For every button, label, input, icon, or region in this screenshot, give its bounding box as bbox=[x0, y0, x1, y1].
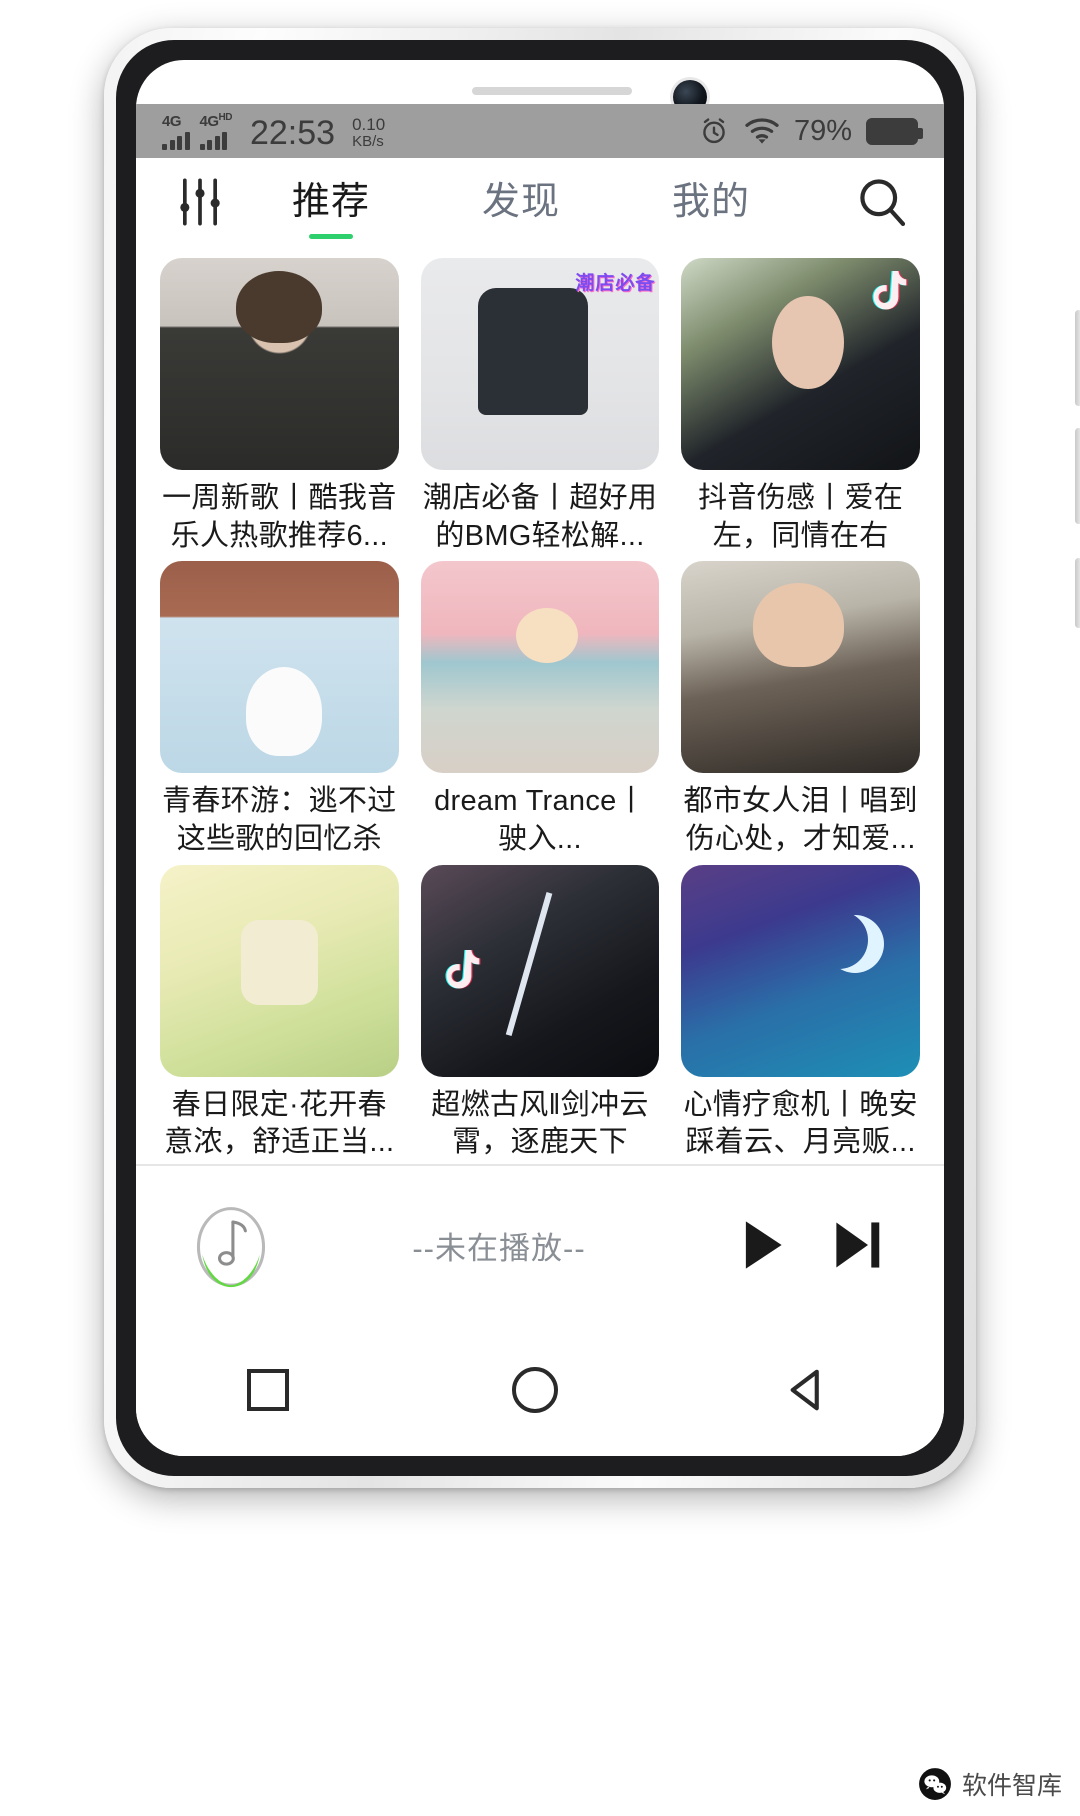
phone-bezel: 4G 4GHD 22:53 0.10 KB/s 79% 推荐 发现 我的 一周新… bbox=[116, 40, 964, 1476]
playlist-cover[interactable] bbox=[681, 864, 920, 1077]
next-track-icon[interactable] bbox=[824, 1212, 890, 1278]
tab-strip: 推荐 发现 我的 bbox=[286, 166, 756, 240]
network-type-2: 4GHD bbox=[199, 111, 233, 130]
playlist-card[interactable]: dream Trance丨驶入... bbox=[420, 561, 660, 858]
mini-player-bar: --未在播放-- bbox=[136, 1164, 944, 1324]
playlist-card[interactable]: 潮店必备丨超好用的BMG轻松解... bbox=[420, 258, 660, 555]
network-speed: 0.10 KB/s bbox=[352, 116, 385, 150]
search-icon[interactable] bbox=[854, 174, 910, 230]
playlist-card[interactable]: 超燃古风‖剑冲云霄，逐鹿天下 bbox=[420, 864, 660, 1162]
playlist-cover[interactable] bbox=[681, 561, 920, 774]
page-root: 4G 4GHD 22:53 0.10 KB/s 79% 推荐 发现 我的 一周新… bbox=[0, 0, 1080, 1816]
playlist-cover[interactable] bbox=[160, 561, 399, 774]
playlist-cover[interactable] bbox=[420, 258, 660, 470]
earpiece-speaker bbox=[472, 87, 632, 95]
tiktok-icon bbox=[872, 271, 908, 310]
status-bar-clock: 22:53 bbox=[249, 113, 336, 152]
signal-2: 4GHD bbox=[199, 111, 233, 150]
playlist-cover[interactable] bbox=[160, 864, 399, 1077]
play-icon[interactable] bbox=[728, 1212, 794, 1278]
equalizer-sliders-icon[interactable] bbox=[174, 176, 226, 228]
playlist-title: 超燃古风‖剑冲云霄，逐鹿天下 bbox=[431, 1088, 649, 1159]
status-bar-left: 4G 4GHD 22:53 0.10 KB/s bbox=[162, 111, 385, 152]
music-note-disc-icon bbox=[196, 1207, 266, 1288]
now-playing-text: --未在播放-- bbox=[412, 1230, 586, 1266]
volume-up-button[interactable] bbox=[1075, 310, 1080, 406]
playlist-card[interactable]: 抖音伤感丨爱在左，同情在右 bbox=[681, 258, 920, 555]
phone-screen: 4G 4GHD 22:53 0.10 KB/s 79% 推荐 发现 我的 一周新… bbox=[136, 60, 944, 1456]
tab-discover[interactable]: 发现 bbox=[476, 181, 566, 225]
wechat-logo-icon bbox=[919, 1768, 951, 1800]
playlist-card[interactable]: 青春环游：逃不过这些歌的回忆杀 bbox=[160, 561, 399, 858]
network-speed-unit: KB/s bbox=[352, 132, 384, 150]
tab-recommend-label: 推荐 bbox=[292, 181, 371, 224]
watermark-text: 软件智库 bbox=[961, 1772, 1062, 1800]
playlist-cover[interactable] bbox=[420, 561, 660, 774]
playlist-card[interactable]: 春日限定·花开春意浓，舒适正当... bbox=[160, 864, 399, 1162]
playlist-title: 春日限定·花开春意浓，舒适正当... bbox=[164, 1088, 395, 1159]
playlist-card[interactable]: 一周新歌丨酷我音乐人热歌推荐6... bbox=[160, 258, 399, 555]
playlist-title: 一周新歌丨酷我音乐人热歌推荐6... bbox=[162, 482, 397, 552]
playlist-title: 抖音伤感丨爱在左，同情在右 bbox=[698, 482, 904, 552]
phone-frame: 4G 4GHD 22:53 0.10 KB/s 79% 推荐 发现 我的 一周新… bbox=[104, 28, 1080, 1488]
recommend-feed[interactable]: 一周新歌丨酷我音乐人热歌推荐6... 潮店必备丨超好用的BMG轻松解... bbox=[136, 246, 944, 1316]
android-nav-bar bbox=[136, 1324, 944, 1456]
watermark: 软件智库 bbox=[918, 1766, 1062, 1802]
signal-bars-1-icon bbox=[162, 131, 190, 150]
network-type-1: 4G bbox=[162, 112, 182, 130]
alarm-clock-icon bbox=[703, 118, 725, 144]
triangle-back-icon[interactable] bbox=[781, 1364, 833, 1416]
playlist-title: dream Trance丨驶入... bbox=[434, 785, 646, 856]
status-bar-right: 79% bbox=[698, 114, 923, 148]
playlist-card[interactable]: 心情疗愈机丨晚安踩着云、月亮贩... bbox=[681, 864, 920, 1162]
playlist-grid: 一周新歌丨酷我音乐人热歌推荐6... 潮店必备丨超好用的BMG轻松解... bbox=[136, 246, 944, 1316]
tab-mine-label: 我的 bbox=[671, 181, 750, 224]
playlist-card[interactable]: 都市女人泪丨唱到伤心处，才知爱... bbox=[681, 561, 920, 858]
playlist-cover[interactable] bbox=[420, 864, 660, 1077]
volume-down-button[interactable] bbox=[1075, 428, 1080, 524]
signal-bars-2-icon bbox=[199, 131, 227, 150]
signal-1: 4G bbox=[162, 114, 190, 150]
circle-home-icon[interactable] bbox=[511, 1367, 558, 1413]
battery-icon bbox=[866, 117, 923, 145]
album-art[interactable] bbox=[192, 1201, 270, 1289]
tiktok-icon bbox=[445, 949, 481, 989]
square-recents-icon[interactable] bbox=[247, 1369, 290, 1411]
power-button[interactable] bbox=[1075, 558, 1080, 628]
app-header: 推荐 发现 我的 bbox=[136, 158, 944, 246]
tab-mine[interactable]: 我的 bbox=[666, 181, 756, 225]
playlist-title: 心情疗愈机丨晚安踩着云、月亮贩... bbox=[683, 1088, 918, 1159]
playlist-cover[interactable] bbox=[160, 258, 399, 470]
battery-percentage: 79% bbox=[793, 114, 852, 147]
playlist-title: 都市女人泪丨唱到伤心处，才知爱... bbox=[683, 785, 918, 856]
tab-recommend[interactable]: 推荐 bbox=[286, 181, 376, 239]
network-speed-value: 0.10 bbox=[352, 114, 386, 134]
playlist-cover[interactable] bbox=[681, 258, 920, 470]
active-tab-indicator bbox=[309, 233, 353, 239]
tab-discover-label: 发现 bbox=[481, 181, 560, 224]
playlist-title: 潮店必备丨超好用的BMG轻松解... bbox=[422, 482, 658, 552]
playlist-title: 青春环游：逃不过这些歌的回忆杀 bbox=[162, 785, 397, 856]
wifi-icon bbox=[745, 118, 779, 144]
status-bar: 4G 4GHD 22:53 0.10 KB/s 79% bbox=[136, 104, 944, 158]
